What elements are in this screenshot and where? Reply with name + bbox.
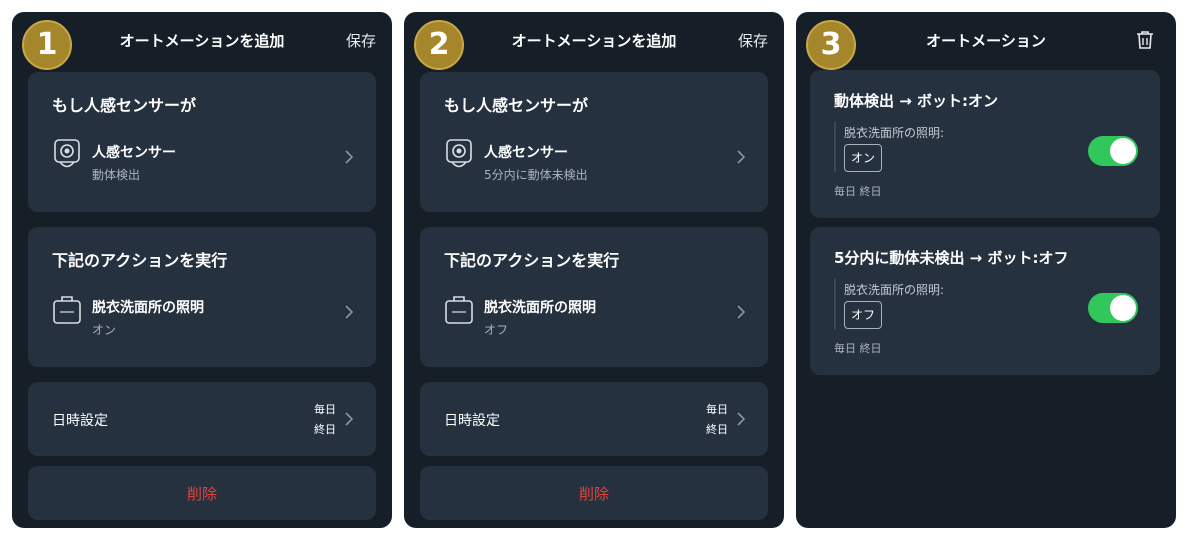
- chevron-right-icon: [737, 150, 746, 164]
- delete-button[interactable]: 削除: [420, 483, 768, 504]
- automation-schedule: 毎日 終日: [834, 342, 882, 355]
- motion-sensor-icon: [446, 139, 472, 168]
- device-name: 人感センサー: [92, 145, 176, 161]
- switchbot-bot-icon: [445, 296, 473, 324]
- toggle-knob: [1110, 138, 1136, 164]
- screen-3: オートメーション 3 動体検出 → ボット:オン 脱衣洗面所の照明: オン 毎日…: [796, 12, 1176, 528]
- automation-title: 動体検出 → ボット:オン: [834, 92, 999, 110]
- switchbot-bot-icon: [53, 296, 81, 324]
- schedule-card[interactable]: 日時設定 毎日 終日: [28, 382, 376, 456]
- automation-title: 5分内に動体未検出 → ボット:オフ: [834, 249, 1069, 267]
- device-state: オフ: [484, 323, 509, 337]
- trigger-card: もし人感センサーが 人感センサー 5分内に動体未検出: [420, 72, 768, 212]
- trigger-card: もし人感センサーが 人感センサー 動体検出: [28, 72, 376, 212]
- automation-card[interactable]: 動体検出 → ボット:オン 脱衣洗面所の照明: オン 毎日 終日: [810, 70, 1160, 218]
- device-state: 5分内に動体未検出: [484, 168, 588, 182]
- device-state: 動体検出: [92, 168, 141, 182]
- divider: [834, 279, 836, 329]
- device-name: 脱衣洗面所の照明: [92, 300, 204, 316]
- chevron-right-icon: [737, 305, 746, 319]
- automation-state-tag: オフ: [844, 301, 882, 329]
- motion-sensor-icon: [54, 139, 80, 168]
- schedule-card[interactable]: 日時設定 毎日 終日: [420, 382, 768, 456]
- automation-enable-toggle[interactable]: [1088, 136, 1138, 166]
- chevron-right-icon: [345, 412, 354, 426]
- action-card-title: 下記のアクションを実行: [52, 251, 228, 270]
- schedule-label: 日時設定: [52, 413, 108, 429]
- action-card: 下記のアクションを実行 脱衣洗面所の照明 オン: [28, 227, 376, 367]
- schedule-days: 毎日: [314, 403, 336, 416]
- automation-device: 脱衣洗面所の照明:: [844, 283, 945, 297]
- schedule-time: 終日: [706, 423, 728, 436]
- trigger-card-title: もし人感センサーが: [52, 96, 197, 115]
- step-badge: 2: [414, 20, 464, 70]
- automation-device: 脱衣洗面所の照明:: [844, 126, 945, 140]
- screen-1: オートメーションを追加 保存 1 もし人感センサーが 人感センサー 動体検出 下…: [12, 12, 392, 528]
- automation-schedule: 毎日 終日: [834, 185, 882, 198]
- action-card: 下記のアクションを実行 脱衣洗面所の照明 オフ: [420, 227, 768, 367]
- chevron-right-icon: [345, 305, 354, 319]
- trigger-card-title: もし人感センサーが: [444, 96, 589, 115]
- device-name: 脱衣洗面所の照明: [484, 300, 596, 316]
- delete-card: 削除: [420, 466, 768, 520]
- automation-state-tag: オン: [844, 144, 882, 172]
- save-button[interactable]: 保存: [738, 30, 768, 51]
- action-card-title: 下記のアクションを実行: [444, 251, 620, 270]
- toggle-knob: [1110, 295, 1136, 321]
- step-badge: 1: [22, 20, 72, 70]
- trash-icon[interactable]: [1134, 29, 1156, 51]
- automation-card[interactable]: 5分内に動体未検出 → ボット:オフ 脱衣洗面所の照明: オフ 毎日 終日: [810, 227, 1160, 375]
- device-state: オン: [92, 323, 117, 337]
- divider: [834, 122, 836, 172]
- chevron-right-icon: [737, 412, 746, 426]
- schedule-label: 日時設定: [444, 413, 500, 429]
- schedule-time: 終日: [314, 423, 336, 436]
- save-button[interactable]: 保存: [346, 30, 376, 51]
- delete-card: 削除: [28, 466, 376, 520]
- step-badge: 3: [806, 20, 856, 70]
- schedule-days: 毎日: [706, 403, 728, 416]
- chevron-right-icon: [345, 150, 354, 164]
- screen-2: オートメーションを追加 保存 2 もし人感センサーが 人感センサー 5分内に動体…: [404, 12, 784, 528]
- automation-enable-toggle[interactable]: [1088, 293, 1138, 323]
- device-name: 人感センサー: [484, 145, 568, 161]
- delete-button[interactable]: 削除: [28, 483, 376, 504]
